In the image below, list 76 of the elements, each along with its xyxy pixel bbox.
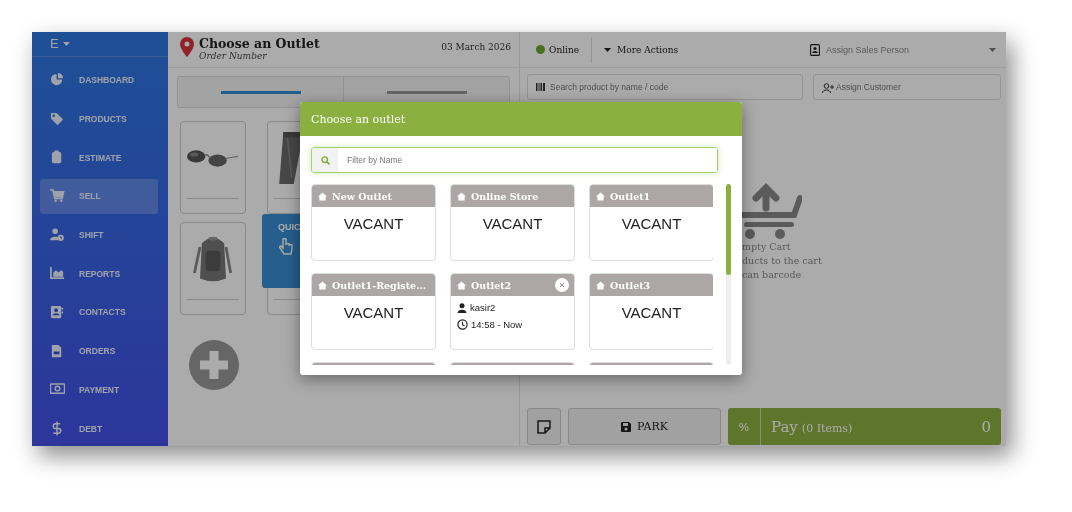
search-icon xyxy=(320,155,330,165)
id-badge-icon xyxy=(810,43,820,56)
outlet-card[interactable]: Outlet2 kasir2 14:58 - Now xyxy=(450,273,575,350)
caret-icon[interactable] xyxy=(62,41,70,46)
clock-icon xyxy=(457,319,468,330)
note-button[interactable] xyxy=(527,408,561,445)
close-icon[interactable] xyxy=(555,278,569,292)
save-icon xyxy=(621,421,632,432)
empty-cart-text: can barcode xyxy=(742,268,803,282)
outlet-name: New Outlet xyxy=(332,190,392,202)
cart-icon xyxy=(50,188,65,204)
sidebar-item[interactable]: DEBT xyxy=(40,411,158,446)
outlet-name: Outlet1 xyxy=(610,190,651,202)
add-icon[interactable] xyxy=(189,340,239,390)
sticky-note-icon xyxy=(537,419,551,434)
sidebar-item[interactable]: PAYMENT xyxy=(40,372,158,408)
userclock-icon xyxy=(50,227,65,243)
sales-person-select[interactable]: Assign Sales Person xyxy=(810,43,996,56)
map-pin-icon xyxy=(180,37,194,57)
sidebar-item[interactable]: ORDERS xyxy=(40,333,158,369)
house-icon xyxy=(457,280,466,290)
barcode-icon xyxy=(536,83,545,91)
outlet-name: Outlet2 xyxy=(471,279,512,291)
filter-field[interactable]: Filter by Name xyxy=(311,147,718,173)
shift-time: 14:58 - Now xyxy=(457,319,574,330)
outlet-name: Outlet3 xyxy=(610,279,651,291)
chart-icon xyxy=(50,266,65,282)
outlet-name: Online Store xyxy=(471,190,539,202)
outlet-status: VACANT xyxy=(621,215,682,232)
sidebar-item[interactable]: SHIFT xyxy=(40,217,158,253)
cashier-name: kasir2 xyxy=(457,302,574,313)
pay-button[interactable]: Pay (0 Items) 0 xyxy=(761,408,1001,445)
product-tile[interactable] xyxy=(180,222,246,315)
house-icon xyxy=(596,280,605,290)
caret-icon xyxy=(989,47,996,52)
scrollbar[interactable] xyxy=(726,184,731,365)
brand-menu[interactable]: E xyxy=(50,36,59,52)
customer-field[interactable]: Assign Customer xyxy=(813,74,1001,100)
sidebar-item[interactable]: CONTACTS xyxy=(40,294,158,330)
order-number: Order Number xyxy=(199,51,268,61)
status-label: Online xyxy=(549,44,580,55)
outlet-card[interactable]: Online Store VACANT xyxy=(450,184,575,261)
sidebar-item[interactable]: PRODUCTS xyxy=(40,101,158,137)
empty-cart-text: mpty Cart xyxy=(742,240,792,254)
tag-icon xyxy=(50,111,65,127)
outlet-card[interactable]: Outlet3 VACANT xyxy=(589,273,713,350)
outlet-name: Outlet1-Registe... xyxy=(332,279,427,291)
outlet-card[interactable]: Outlet1-Registe... VACANT xyxy=(311,273,436,350)
caret-icon xyxy=(604,47,612,52)
outlet-status: VACANT xyxy=(343,215,404,232)
empty-cart-text: ducts to the cart xyxy=(742,254,823,268)
date-label: 03 March 2026 xyxy=(441,42,511,52)
park-button[interactable]: PARK xyxy=(568,408,721,445)
contacts-icon xyxy=(50,304,65,320)
add-user-icon xyxy=(822,83,834,93)
more-actions-button[interactable]: More Actions xyxy=(604,44,679,55)
outlet-card[interactable]: Outlet1 VACANT xyxy=(589,184,713,261)
house-icon xyxy=(457,191,466,201)
hand-icon xyxy=(278,238,294,256)
page-title: Choose an Outlet xyxy=(199,36,321,51)
sidebar-item[interactable]: DASHBOARD xyxy=(40,62,158,98)
outlet-card[interactable]: New Outlet VACANT xyxy=(311,184,436,261)
product-tile[interactable] xyxy=(180,121,246,214)
product-search-field[interactable]: Search product by name / code xyxy=(527,74,803,100)
outlet-status: VACANT xyxy=(343,304,404,321)
house-icon xyxy=(596,191,605,201)
house-icon xyxy=(318,191,327,201)
outlet-status: VACANT xyxy=(621,304,682,321)
dialog-title: Choose an outlet xyxy=(311,112,406,126)
user-icon xyxy=(457,302,467,313)
house-icon xyxy=(318,280,327,290)
sidebar-item[interactable]: REPORTS xyxy=(40,256,158,292)
sidebar-item[interactable]: ESTIMATE xyxy=(40,140,158,176)
pie-icon xyxy=(50,72,65,88)
outlet-status: VACANT xyxy=(482,215,543,232)
discount-button[interactable]: % xyxy=(728,408,761,445)
